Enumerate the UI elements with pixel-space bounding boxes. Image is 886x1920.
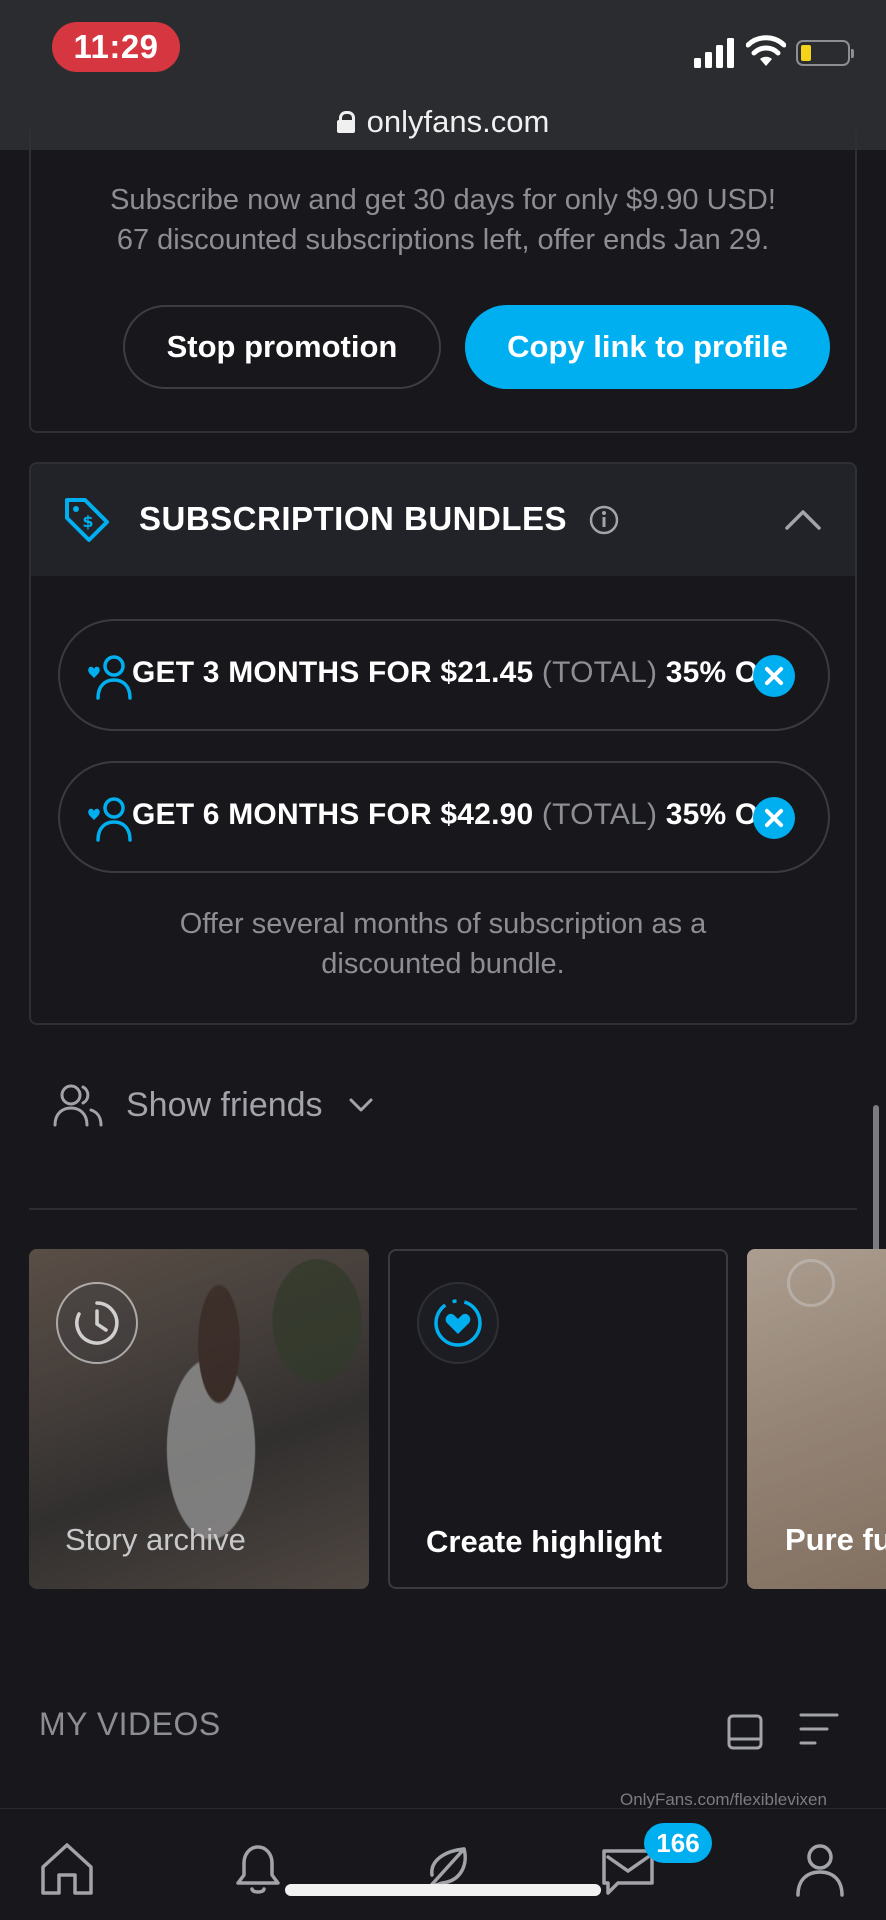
bottom-navigation: 166 xyxy=(0,1808,886,1920)
create-highlight-card[interactable]: Create highlight xyxy=(388,1249,728,1589)
bundle-item[interactable]: GET 6 MONTHS FOR $42.90 (TOTAL) 35% OFF xyxy=(58,761,830,873)
promotion-line-2: 67 discounted subscriptions left, offer … xyxy=(116,224,770,256)
subscription-bundles-card: $ SUBSCRIPTION BUNDLES GET 3 MONTHS FOR … xyxy=(29,462,857,1025)
user-heart-icon xyxy=(88,655,132,700)
heart-ring-icon xyxy=(417,1282,499,1364)
info-icon[interactable] xyxy=(588,504,620,536)
battery-icon xyxy=(796,40,854,66)
stop-promotion-button[interactable]: Stop promotion xyxy=(123,305,441,389)
show-friends-toggle[interactable]: Show friends xyxy=(126,1086,323,1125)
watermark-text: OnlyFans.com/flexiblevixen xyxy=(620,1790,827,1809)
clock-time: 11:29 xyxy=(52,22,180,72)
promotion-text: Subscribe now and get 30 days for only $… xyxy=(0,180,886,260)
copy-link-button[interactable]: Copy link to profile xyxy=(465,305,830,389)
bundle-label: GET 3 MONTHS FOR $21.45 (TOTAL) 35% OFF xyxy=(132,656,762,689)
chevron-down-icon[interactable] xyxy=(347,1094,375,1116)
bundle-item[interactable]: GET 3 MONTHS FOR $21.45 (TOTAL) 35% OFF xyxy=(58,619,830,731)
bundles-header[interactable]: $ SUBSCRIPTION BUNDLES xyxy=(31,464,855,576)
bundles-help-text: Offer several months of subscription as … xyxy=(179,908,707,980)
bell-icon[interactable] xyxy=(226,1839,286,1899)
clock-icon xyxy=(56,1282,138,1364)
bundle-label: GET 6 MONTHS FOR $42.90 (TOTAL) 35% OFF xyxy=(132,798,762,831)
remove-bundle-icon[interactable] xyxy=(753,655,795,697)
bundles-title: SUBSCRIPTION BUNDLES xyxy=(139,500,568,537)
friends-icon[interactable] xyxy=(53,1082,103,1128)
sort-icon[interactable] xyxy=(797,1709,841,1749)
price-tag-icon: $ xyxy=(65,498,109,542)
highlight-label: Pure fu xyxy=(785,1522,886,1557)
chevron-up-icon[interactable] xyxy=(783,504,823,534)
layout-toggle-icon[interactable] xyxy=(726,1713,764,1751)
cellular-signal-icon xyxy=(694,38,734,68)
highlight-card[interactable]: Pure fu xyxy=(747,1249,886,1589)
story-archive-card[interactable]: Story archive xyxy=(29,1249,369,1589)
wifi-icon xyxy=(746,35,786,66)
svg-text:$: $ xyxy=(82,512,93,531)
home-icon[interactable] xyxy=(37,1839,97,1899)
my-videos-heading: MY VIDEOS xyxy=(39,1706,221,1742)
messages-badge: 166 xyxy=(644,1823,712,1863)
user-heart-icon xyxy=(88,797,132,842)
highlight-label: Create highlight xyxy=(426,1524,662,1559)
status-bar: 11:29 onlyfans.com xyxy=(0,0,886,150)
promotion-line-1: Subscribe now and get 30 days for only $… xyxy=(110,184,776,216)
highlight-label: Story archive xyxy=(65,1522,246,1557)
home-indicator[interactable] xyxy=(285,1884,601,1896)
remove-bundle-icon[interactable] xyxy=(753,797,795,839)
profile-icon[interactable] xyxy=(790,1839,850,1899)
section-divider xyxy=(29,1208,857,1210)
